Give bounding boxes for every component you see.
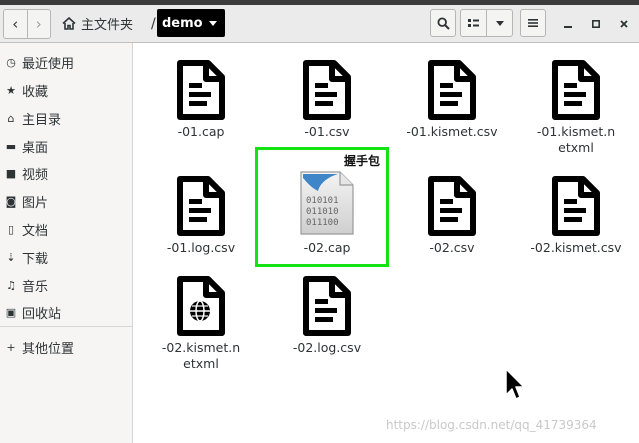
sidebar-item-desktop[interactable]: ▬ 桌面 [0,135,132,157]
forward-button[interactable]: › [26,10,51,38]
file-item[interactable]: -01.kismet.netxml [521,59,631,156]
file-name: -02.log.csv [292,340,362,355]
star-icon: ★ [6,83,16,97]
text-file-icon [303,276,351,336]
sidebar-item-documents[interactable]: ▯ 文档 [0,218,132,240]
view-options-button[interactable] [486,10,512,36]
nav-button-group: ‹ › [3,9,51,39]
clock-icon: ◷ [6,55,16,69]
text-file-icon [552,176,600,236]
text-file-icon [303,60,351,120]
file-item[interactable]: -01.log.csv [146,175,256,256]
sidebar-item-label: 下载 [22,251,49,267]
breadcrumb-separator: / [151,16,156,32]
sidebar-item-label: 图片 [22,195,49,211]
menu-button[interactable] [520,9,546,37]
minimize-icon [564,26,572,28]
file-item[interactable]: -01.cap [146,59,256,140]
sidebar-item-recent[interactable]: ◷ 最近使用 [0,51,132,73]
sidebar-item-label: 音乐 [22,279,49,295]
sidebar-item-label: 主目录 [22,112,62,128]
view-mode-button[interactable] [461,10,486,36]
sidebar-item-label: 最近使用 [22,56,75,72]
sidebar-item-label: 桌面 [22,140,49,156]
search-icon [436,16,450,30]
text-file-icon [552,60,600,120]
breadcrumb-current-label: demo [162,15,203,31]
video-icon: ■ [5,166,17,180]
file-name: -01.csv [304,124,350,139]
breadcrumb-home[interactable]: 主文件夹 [62,9,133,37]
file-name: -01.cap [177,124,225,139]
trash-icon: ▣ [5,305,17,319]
file-name: -02.kismet.netxml [161,340,241,371]
sidebar-item-starred[interactable]: ★ 收藏 [0,79,132,101]
mouse-cursor-icon [505,368,525,400]
file-item[interactable]: -01.csv [272,59,382,140]
sidebar-divider [0,326,132,327]
file-view: -01.cap -01.csv -01.kismet.csv -01.kisme… [133,43,639,443]
camera-icon: ◙ [5,194,17,208]
sidebar: ◷ 最近使用 ★ 收藏 ⌂ 主目录 ▬ 桌面 ■ 视频 ◙ 图片 ▯ 文档 ⇣ … [0,43,133,443]
file-item[interactable]: -02.csv [397,175,507,256]
music-icon: ♫ [6,278,16,292]
minimize-button[interactable] [561,17,575,31]
home-icon [62,16,76,30]
file-name: -02.csv [429,240,475,255]
text-file-icon [177,176,225,236]
sidebar-item-pictures[interactable]: ◙ 图片 [0,190,132,212]
sidebar-item-videos[interactable]: ■ 视频 [0,162,132,184]
grid-view-icon [468,19,479,27]
search-button[interactable] [430,9,456,37]
breadcrumb-home-label: 主文件夹 [81,17,134,33]
chevron-right-icon: › [35,15,42,33]
folder-icon: ▬ [5,139,17,153]
file-name: -01.kismet.netxml [536,124,616,155]
chevron-down-icon [495,20,504,26]
file-item[interactable]: -01.kismet.csv [397,59,507,140]
sidebar-item-music[interactable]: ♫ 音乐 [0,274,132,296]
close-icon [620,20,628,28]
file-item[interactable]: -02.log.csv [272,275,382,356]
file-item[interactable]: -02.kismet.csv [521,175,631,256]
sidebar-item-label: 其他位置 [22,341,75,357]
hamburger-menu-icon [528,19,538,27]
sidebar-item-label: 回收站 [22,306,62,322]
view-toggle-group [460,9,513,37]
document-icon: ▯ [7,222,15,236]
back-button[interactable]: ‹ [4,10,27,38]
file-name: -01.log.csv [166,240,236,255]
text-file-icon [428,60,476,120]
file-name: -01.kismet.csv [406,124,498,139]
sidebar-item-downloads[interactable]: ⇣ 下载 [0,246,132,268]
text-file-icon [177,60,225,120]
sidebar-item-label: 文档 [22,223,49,239]
file-item[interactable]: -02.kismet.netxml [146,275,256,372]
web-file-icon [177,276,225,336]
sidebar-item-other-locations[interactable]: + 其他位置 [0,336,132,358]
sidebar-item-home[interactable]: ⌂ 主目录 [0,107,132,129]
breadcrumb-current[interactable]: demo [157,9,225,37]
chevron-left-icon: ‹ [12,15,19,33]
maximize-button[interactable] [589,17,603,31]
header-bar: ‹ › 主文件夹 / demo [0,5,639,43]
file-name: -02.kismet.csv [530,240,622,255]
annotation-label: 握手包 [344,154,381,168]
watermark: https://blog.csdn.net/qq_41739364 [386,418,597,432]
maximize-icon [592,20,600,28]
sidebar-item-label: 视频 [22,167,49,183]
plus-icon: + [6,340,16,354]
close-button[interactable] [617,17,631,31]
chevron-down-icon [208,20,217,26]
home-icon: ⌂ [7,111,15,125]
text-file-icon [428,176,476,236]
sidebar-item-trash[interactable]: ▣ 回收站 [0,301,132,323]
download-icon: ⇣ [6,250,16,264]
sidebar-item-label: 收藏 [22,84,49,100]
